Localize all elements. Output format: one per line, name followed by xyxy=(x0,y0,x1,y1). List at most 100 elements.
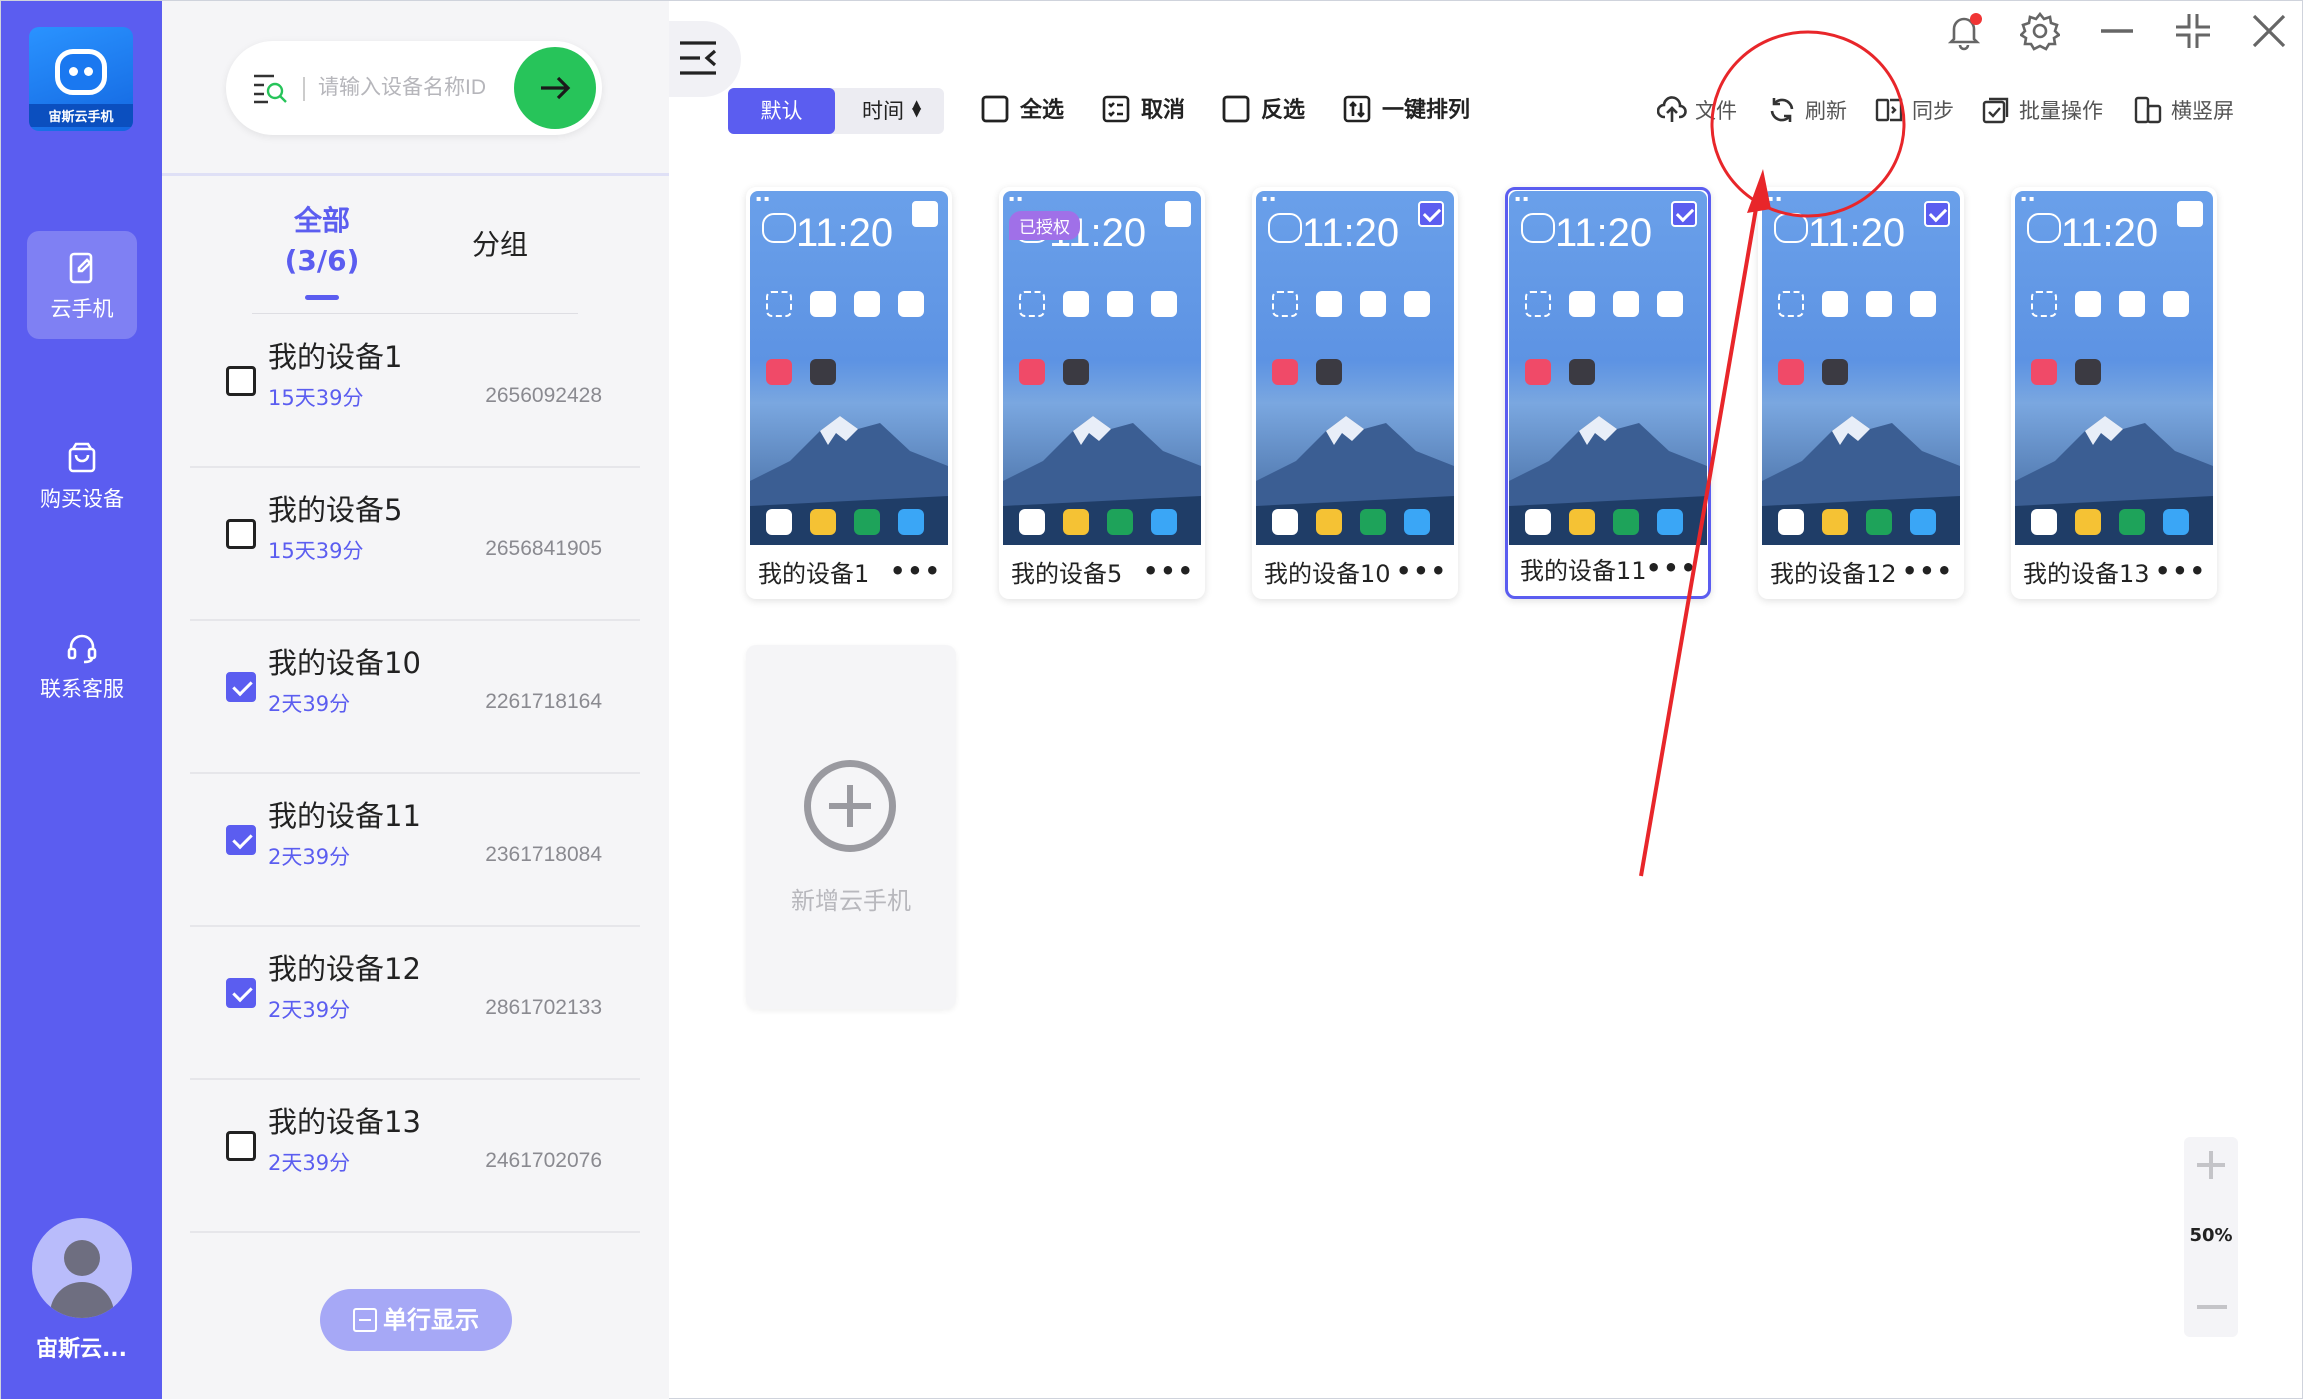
batch-operation-button[interactable]: 批量操作 xyxy=(1981,93,2103,129)
invert-selection-button[interactable]: 反选 xyxy=(1221,93,1305,129)
file-button[interactable]: 文件 xyxy=(1656,93,1737,129)
device-list-item[interactable]: 我的设备5 15天39分 2656841905 xyxy=(190,469,640,621)
app-icon xyxy=(1822,359,1848,385)
rail-item-label: 联系客服 xyxy=(40,677,124,701)
close-button[interactable] xyxy=(2249,11,2289,51)
device-checkbox[interactable] xyxy=(226,978,256,1008)
refresh-button[interactable]: 刷新 xyxy=(1767,93,1847,129)
app-icon xyxy=(766,291,792,317)
card-checkbox[interactable] xyxy=(2177,201,2203,227)
phone-clock: 11:20 xyxy=(796,211,894,255)
device-list-item[interactable]: 我的设备13 2天39分 2461702076 xyxy=(190,1081,640,1233)
search-filter-icon[interactable] xyxy=(252,71,288,105)
device-checkbox[interactable] xyxy=(226,1131,256,1161)
app-icon xyxy=(1360,509,1386,535)
tab-group[interactable]: 分组 xyxy=(472,223,528,263)
search-go-button[interactable] xyxy=(514,47,596,129)
robot-logo-icon xyxy=(55,49,107,95)
device-checkbox[interactable] xyxy=(226,825,256,855)
phone-card[interactable]: ▪ ▪ 11:20 我的设备11 ••• xyxy=(1505,187,1711,599)
device-id: 2656092428 xyxy=(485,384,602,407)
auto-arrange-button[interactable]: 一键排列 xyxy=(1342,93,1470,129)
app-icon xyxy=(1404,291,1430,317)
device-checkbox[interactable] xyxy=(226,366,256,396)
settings-button[interactable] xyxy=(2018,11,2062,51)
user-name: 宙斯云... xyxy=(35,1337,128,1362)
device-name: 我的设备13 xyxy=(268,1105,421,1139)
cancel-label: 取消 xyxy=(1141,98,1186,123)
zoom-out-icon[interactable] xyxy=(2197,1305,2227,1309)
device-checkbox[interactable] xyxy=(226,519,256,549)
card-checkbox[interactable] xyxy=(912,201,938,227)
minimize-button[interactable] xyxy=(2097,11,2137,51)
invert-label: 反选 xyxy=(1261,98,1306,123)
phone-card[interactable]: ▪ ▪ 11:20 我的设备12 ••• xyxy=(1758,187,1964,599)
card-checkbox[interactable] xyxy=(1671,201,1697,227)
device-list-item[interactable]: 我的设备10 2天39分 2261718164 xyxy=(190,622,640,774)
menu-collapse-icon xyxy=(680,41,717,75)
device-list-item[interactable]: 我的设备1 15天39分 2656092428 xyxy=(190,316,640,468)
app-icon xyxy=(1272,291,1298,317)
phone-screen[interactable]: ▪ ▪ 11:20 xyxy=(1256,191,1454,545)
app-icon xyxy=(1525,359,1551,385)
avatar[interactable] xyxy=(32,1218,132,1318)
refresh-label: 刷新 xyxy=(1805,99,1847,123)
phone-card[interactable]: ▪ ▪ 11:20 我的设备10 ••• xyxy=(1252,187,1458,599)
notification-button[interactable] xyxy=(1944,11,1984,51)
more-options-icon[interactable]: ••• xyxy=(890,557,942,585)
zoom-control: 50% xyxy=(2184,1137,2238,1337)
restore-button[interactable] xyxy=(2173,11,2213,51)
zoom-in-icon[interactable] xyxy=(2197,1151,2225,1179)
phone-screen[interactable]: ▪ ▪ 11:20 xyxy=(1509,191,1707,545)
card-checkbox[interactable] xyxy=(1418,201,1444,227)
cancel-selection-button[interactable]: 取消 xyxy=(1101,93,1185,129)
device-id: 2861702133 xyxy=(485,996,602,1019)
rotate-screen-icon xyxy=(2133,95,2163,125)
app-row xyxy=(1272,359,1342,385)
app-icon xyxy=(1272,509,1298,535)
card-checkbox[interactable] xyxy=(1165,201,1191,227)
orientation-button[interactable]: 横竖屏 xyxy=(2133,93,2234,129)
dock-row xyxy=(1019,509,1177,535)
collapse-panel-button[interactable] xyxy=(669,21,741,97)
more-options-icon[interactable]: ••• xyxy=(1646,554,1698,582)
phone-screen[interactable]: ▪ ▪ 11:20 xyxy=(750,191,948,545)
phone-card[interactable]: ▪ ▪ 11:20 我的设备13 ••• xyxy=(2011,187,2217,599)
orientation-label: 横竖屏 xyxy=(2171,99,2234,123)
device-checkbox[interactable] xyxy=(226,672,256,702)
app-icon xyxy=(1778,359,1804,385)
sort-default-button[interactable]: 默认 xyxy=(728,88,835,134)
sort-time-button[interactable]: 时间 ▲ ▼ xyxy=(862,88,921,134)
more-options-icon[interactable]: ••• xyxy=(1143,557,1195,585)
device-remaining-time: 15天39分 xyxy=(268,539,364,563)
device-list-item[interactable]: 我的设备12 2天39分 2861702133 xyxy=(190,928,640,1080)
phone-screen[interactable]: ▪ ▪ 11:20 已授权 xyxy=(1003,191,1201,545)
card-checkbox[interactable] xyxy=(1924,201,1950,227)
single-row-display-button[interactable]: 单行显示 xyxy=(320,1289,512,1351)
sync-label: 同步 xyxy=(1912,99,1954,123)
rail-item-support[interactable]: 联系客服 xyxy=(27,611,137,719)
rail-item-cloud-phone[interactable]: 云手机 xyxy=(27,231,137,339)
logo-text: 宙斯云手机 xyxy=(29,104,133,127)
more-options-icon[interactable]: ••• xyxy=(1396,557,1448,585)
device-name: 我的设备1 xyxy=(268,340,403,374)
phone-screen[interactable]: ▪ ▪ 11:20 xyxy=(1762,191,1960,545)
more-options-icon[interactable]: ••• xyxy=(1902,557,1954,585)
phone-status-bar: ▪ ▪ xyxy=(756,194,770,203)
rail-item-buy-device[interactable]: 购买设备 xyxy=(27,421,137,529)
select-all-button[interactable]: 全选 xyxy=(980,93,1064,129)
more-options-icon[interactable]: ••• xyxy=(2155,557,2207,585)
batch-label: 批量操作 xyxy=(2019,99,2103,123)
sync-button[interactable]: 同步 xyxy=(1874,93,1954,129)
tab-all[interactable]: 全部 (3/6) xyxy=(257,201,387,300)
sort-toggle: 默认 时间 ▲ ▼ xyxy=(728,88,944,134)
phone-screen[interactable]: ▪ ▪ 11:20 xyxy=(2015,191,2213,545)
app-icon xyxy=(2163,291,2189,317)
device-list-item[interactable]: 我的设备11 2天39分 2361718084 xyxy=(190,775,640,927)
add-cloud-phone-card[interactable]: 新增云手机 xyxy=(746,645,956,1009)
search-input[interactable] xyxy=(318,65,518,111)
arrange-label: 一键排列 xyxy=(1382,98,1471,123)
phone-card[interactable]: ▪ ▪ 11:20 已授权 我的设备5 ••• xyxy=(999,187,1205,599)
phone-card[interactable]: ▪ ▪ 11:20 我的设备1 ••• xyxy=(746,187,952,599)
app-icon xyxy=(1822,509,1848,535)
